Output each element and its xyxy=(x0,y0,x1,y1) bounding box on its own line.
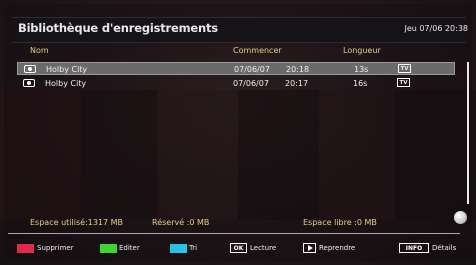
column-header-name: Nom xyxy=(30,46,49,55)
disk-knob-icon xyxy=(454,211,467,224)
column-header-length: Longueur xyxy=(343,46,381,55)
recording-time: 20:18 xyxy=(286,65,310,74)
info-key-icon: INFO xyxy=(399,243,429,253)
space-used: Espace utilisé:1317 MB xyxy=(30,218,124,227)
divider xyxy=(8,233,460,234)
recording-row[interactable]: Holby City 07/06/07 20:17 16s TV xyxy=(17,77,455,90)
space-free: Espace libre :0 MB xyxy=(303,218,377,227)
green-key-icon xyxy=(100,244,117,253)
play-button[interactable]: Lecture xyxy=(250,244,276,256)
recording-name: Holby City xyxy=(46,65,88,74)
tv-badge: TV xyxy=(397,78,410,87)
blue-key-icon xyxy=(170,244,187,253)
recording-icon xyxy=(23,79,35,87)
scrollbar[interactable] xyxy=(467,62,469,204)
details-button[interactable]: Détails xyxy=(432,244,456,256)
recording-name: Holby City xyxy=(45,79,87,88)
page-title: Bibliothèque d'enregistrements xyxy=(18,21,218,35)
sort-button[interactable]: Tri xyxy=(189,244,197,256)
recording-date: 07/06/07 xyxy=(233,79,269,88)
red-key-icon xyxy=(17,244,34,253)
recording-row[interactable]: Holby City 07/06/07 20:18 13s TV xyxy=(17,62,455,75)
clock: Jeu 07/06 20:38 xyxy=(404,24,468,33)
ok-key-icon: OK xyxy=(230,243,247,253)
tv-badge: TV xyxy=(398,64,411,73)
recording-icon xyxy=(24,65,36,73)
resume-button[interactable]: Reprendre xyxy=(319,244,355,256)
play-icon xyxy=(303,243,316,253)
recording-date: 07/06/07 xyxy=(234,65,270,74)
delete-button[interactable]: Supprimer xyxy=(37,244,74,256)
recording-length: 13s xyxy=(354,65,369,74)
edit-button[interactable]: Editer xyxy=(119,244,140,256)
recording-time: 20:17 xyxy=(285,79,309,88)
column-header-start: Commencer xyxy=(233,46,282,55)
space-reserved: Réservé :0 MB xyxy=(152,218,210,227)
recording-length: 16s xyxy=(353,79,368,88)
